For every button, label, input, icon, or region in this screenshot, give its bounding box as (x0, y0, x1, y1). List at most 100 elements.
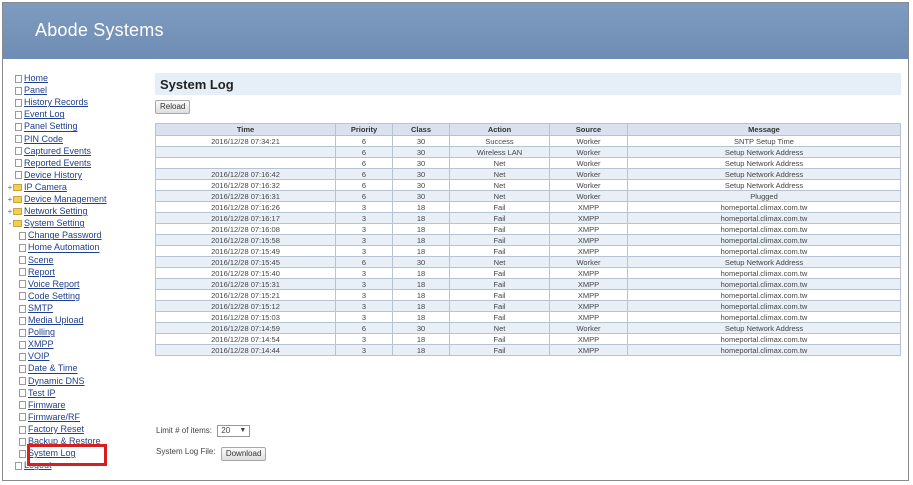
sidebar-item[interactable]: History Records (7, 97, 88, 108)
sidebar-item[interactable]: Firmware (19, 400, 66, 411)
limit-value: 20 (221, 426, 231, 435)
header-banner: Abode Systems (3, 3, 908, 59)
table-row: 2016/12/28 07:16:32 6 30 Net Worker Setup Net… (155, 179, 901, 191)
sidebar-item-label: Panel Setting (24, 121, 78, 132)
sidebar-item[interactable]: Media Upload (19, 315, 84, 326)
table-row: 2016/12/28 07:16:31 6 30 Net Worker Plugged (155, 190, 901, 202)
sidebar-item-label: PIN Code (24, 133, 64, 144)
table-cell: 2016/12/28 07:16:42 (155, 168, 336, 180)
table-row: 2016/12/28 07:16:42 6 30 Net Worker Setup Net… (155, 168, 901, 180)
sidebar-item[interactable]: Device History (7, 170, 82, 181)
table-cell: Worker (549, 190, 628, 202)
table-cell: XMPP (549, 212, 628, 224)
table-cell: 6 (335, 179, 393, 191)
sidebar-item[interactable]: Report (19, 267, 55, 278)
download-button[interactable]: Download (220, 447, 267, 461)
table-cell: Worker (549, 256, 628, 268)
table-cell: Fail (449, 212, 550, 224)
sidebar-item-label: Voice Report (28, 278, 80, 289)
sidebar-item[interactable]: Test IP (19, 388, 56, 399)
sidebar-item[interactable]: SMTP (19, 303, 53, 314)
page-icon (15, 110, 22, 119)
table-cell: 6 (335, 322, 393, 334)
sidebar-item[interactable]: + Device Management (7, 194, 107, 205)
sidebar-item-label: Firmware/RF (28, 411, 80, 422)
table-cell: Worker (549, 135, 628, 147)
table-cell: 18 (392, 333, 450, 345)
page-title: System Log (160, 77, 234, 92)
table-cell: 3 (335, 278, 393, 290)
sidebar-item-label: Network Setting (24, 206, 88, 217)
sidebar-item-label: Dynamic DNS (28, 375, 85, 386)
sidebar-item[interactable]: Firmware/RF (19, 412, 80, 423)
table-cell: Worker (549, 179, 628, 191)
table-cell: 6 (335, 135, 393, 147)
sidebar-item[interactable]: PIN Code (7, 134, 63, 145)
table-cell: Net (449, 157, 550, 169)
page-icon (19, 244, 26, 253)
table-cell: 3 (335, 212, 393, 224)
table-cell: SNTP Setup Time (627, 135, 901, 147)
sidebar-item[interactable]: Event Log (7, 109, 65, 120)
sidebar-item[interactable]: XMPP (19, 339, 54, 350)
table-cell: 2016/12/28 07:15:49 (155, 245, 336, 257)
page-icon (19, 365, 26, 374)
table-cell: XMPP (549, 278, 628, 290)
sidebar-item[interactable]: Change Password (19, 230, 102, 241)
table-cell: homeportal.climax.com.tw (627, 234, 901, 246)
sidebar-item-label: Home Automation (28, 242, 100, 253)
page-icon (19, 304, 26, 313)
system-log-table: Time Priority Class Action Source Message 201… (155, 123, 901, 356)
sidebar-item[interactable]: Reported Events (7, 158, 91, 169)
sidebar-item[interactable]: VOIP (19, 351, 50, 362)
table-cell: Setup Network Address (627, 168, 901, 180)
table-cell: 18 (392, 223, 450, 235)
table-cell: 2016/12/28 07:15:40 (155, 267, 336, 279)
table-cell: Net (449, 322, 550, 334)
sidebar-item[interactable]: Code Setting (19, 291, 80, 302)
sidebar-item[interactable]: Home (7, 73, 48, 84)
sidebar-item[interactable]: Voice Report (19, 279, 80, 290)
sidebar-item[interactable]: + Network Setting (7, 206, 88, 217)
sidebar-item-label: Factory Reset (28, 424, 85, 435)
sidebar-item[interactable]: Factory Reset (19, 424, 84, 435)
table-cell: 6 (335, 146, 393, 158)
column-header: Message (627, 123, 901, 136)
sidebar-item-label: Code Setting (28, 290, 81, 301)
sidebar-item[interactable]: Panel (7, 85, 47, 96)
page-icon (15, 135, 22, 144)
sidebar-item-label: Device History (24, 169, 83, 180)
page-icon (15, 98, 22, 107)
table-cell: homeportal.climax.com.tw (627, 223, 901, 235)
page-icon (15, 159, 22, 168)
sidebar-item[interactable]: Captured Events (7, 146, 91, 157)
table-row: 6 30 Net Worker Setup Network Address (155, 157, 901, 169)
sidebar-item[interactable]: Scene (19, 255, 54, 266)
table-cell: Fail (449, 234, 550, 246)
sidebar-item[interactable]: Panel Setting (7, 121, 78, 132)
limit-select[interactable]: 20 ▼ (217, 425, 251, 437)
table-cell: 2016/12/28 07:16:32 (155, 179, 336, 191)
sidebar-item[interactable]: - System Setting (7, 218, 85, 229)
table-cell: homeportal.climax.com.tw (627, 201, 901, 213)
table-cell: 30 (392, 168, 450, 180)
table-cell: homeportal.climax.com.tw (627, 311, 901, 323)
table-cell: 18 (392, 289, 450, 301)
table-cell: XMPP (549, 223, 628, 235)
sidebar-item[interactable]: Home Automation (19, 242, 100, 253)
sidebar-item[interactable]: + IP Camera (7, 182, 67, 193)
page-icon (15, 171, 22, 180)
sidebar-item-label: Home (24, 73, 49, 84)
table-row: 2016/12/28 07:14:59 6 30 Net Worker Setup Net… (155, 322, 901, 334)
sidebar-item-label: Panel (24, 85, 48, 96)
table-cell: 2016/12/28 07:15:31 (155, 278, 336, 290)
selection-highlight (27, 444, 107, 466)
table-cell: 18 (392, 278, 450, 290)
table-cell: Fail (449, 311, 550, 323)
sidebar-item[interactable]: Date & Time (19, 363, 78, 374)
table-cell: Worker (549, 322, 628, 334)
sidebar-item[interactable]: Polling (19, 327, 55, 338)
table-row: 2016/12/28 07:15:45 6 30 Net Worker Setup Net… (155, 256, 901, 268)
reload-button[interactable]: Reload (155, 100, 191, 114)
sidebar-item[interactable]: Dynamic DNS (19, 376, 85, 387)
